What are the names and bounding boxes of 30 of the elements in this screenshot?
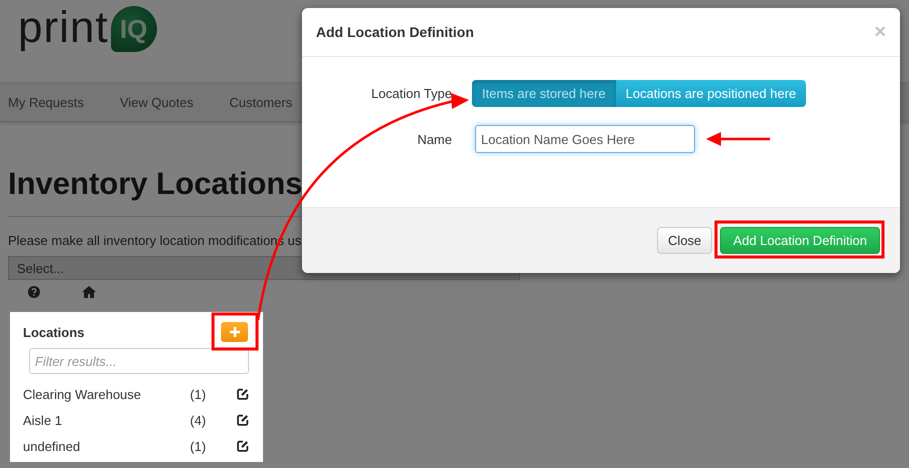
nav-link[interactable]: Customers [229,94,292,110]
panel-title: Locations [23,324,84,340]
location-count: (1) [190,438,207,454]
name-field[interactable]: Location Name Goes Here [475,125,695,153]
plus-icon [230,327,240,337]
filter-field[interactable]: Filter results... [29,348,249,374]
edit-icon[interactable] [237,440,250,452]
toggle-option[interactable]: Locations are positioned here [616,80,806,107]
location-name[interactable]: Aisle 1 [23,412,190,428]
home-icon[interactable] [82,286,96,298]
add-definition-button[interactable]: Add Location Definition [720,227,880,254]
field-label: Name [416,132,452,146]
location-name[interactable]: Clearing Warehouse [23,386,190,402]
logo: print IQ [18,4,157,52]
field-label: Location Type [370,86,452,101]
nav-link[interactable]: View Quotes [120,94,194,110]
close-dialog-button[interactable]: Close [657,227,712,254]
edit-icon[interactable] [237,388,250,400]
highlight-frame [212,312,258,350]
page-title: Inventory Locations [8,166,304,202]
close-button[interactable]: × [874,22,886,42]
toggle-option[interactable]: Items are stored here [472,80,616,107]
location-count: (4) [190,412,207,428]
help-icon[interactable] [28,286,40,298]
nav-link[interactable]: My Requests [8,94,84,110]
location-name[interactable]: undefined [23,438,190,454]
location-count: (1) [190,386,207,402]
dialog-title: Add Location Definition [316,24,474,40]
edit-icon[interactable] [237,414,250,426]
annotation-arrow [706,132,770,146]
